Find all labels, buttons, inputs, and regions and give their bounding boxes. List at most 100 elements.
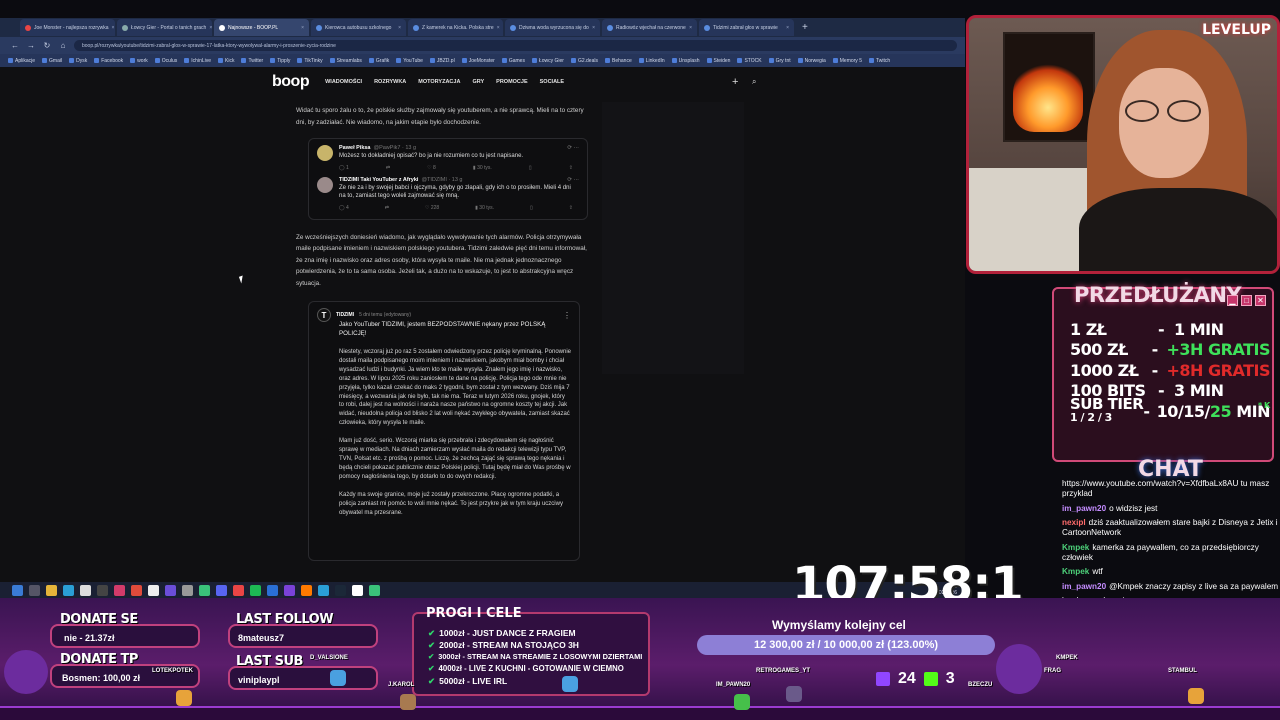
retweet-icon[interactable]: ⇄ [386, 165, 390, 171]
app-icon[interactable] [182, 584, 193, 596]
close-tab-icon[interactable]: × [592, 25, 595, 31]
search-icon[interactable]: ⌕ [752, 77, 756, 87]
bookmark-icon[interactable]: ▯ [530, 205, 533, 211]
close-tab-icon[interactable]: × [111, 25, 114, 31]
url-field[interactable]: boop.pl/rozrywka/youtube/tidzimi-zabral-… [74, 40, 957, 51]
close-tab-icon[interactable]: × [398, 25, 401, 31]
home-icon[interactable]: ⌂ [58, 41, 68, 50]
site-logo[interactable]: boop [272, 73, 310, 91]
bookmark-item[interactable]: Dysk [69, 58, 87, 64]
browser-tab[interactable]: Tidzimi zabrał głos w sprawie × [699, 19, 794, 36]
browser-tab-active[interactable]: Najnowsze - BOOP.PL × [214, 19, 309, 36]
bookmark-item[interactable]: Streamlabs [329, 58, 362, 64]
forward-icon[interactable]: → [26, 41, 36, 50]
bookmark-item[interactable]: Memory 5 [832, 58, 862, 64]
bookmark-item[interactable]: Behance [604, 58, 632, 64]
app-icon[interactable] [131, 584, 142, 596]
kebab-menu-icon[interactable]: ⋮ [563, 311, 571, 320]
bookmark-icon[interactable]: ▯ [529, 165, 532, 171]
views-icon[interactable]: ▮ 30 tys. [475, 205, 494, 211]
app-icon[interactable] [63, 584, 74, 596]
bookmark-item[interactable]: JoeMonster [461, 58, 495, 64]
folder-icon[interactable] [46, 584, 57, 596]
nav-link[interactable]: WIADOMOŚCI [325, 79, 362, 85]
spotify-icon[interactable] [250, 584, 261, 596]
like-icon[interactable]: ♡ 8 [427, 165, 436, 171]
app-icon[interactable] [301, 584, 312, 596]
avatar[interactable] [317, 145, 333, 161]
views-icon[interactable]: ▮ 30 tys. [473, 165, 492, 171]
bookmark-item[interactable]: Kick [218, 58, 234, 64]
nav-link[interactable]: SOCIALE [540, 79, 564, 85]
bookmark-item[interactable]: YouTube [396, 58, 423, 64]
windows-start-icon[interactable] [12, 584, 23, 596]
more-icon[interactable]: ⟳ ··· [567, 145, 579, 151]
app-icon[interactable] [318, 584, 329, 596]
avatar[interactable] [317, 176, 333, 193]
bookmark-item[interactable]: Tipply [270, 58, 290, 64]
post-author[interactable]: TIDZIMI [336, 312, 354, 318]
bookmark-item[interactable]: G2.deals [570, 58, 598, 64]
close-tab-icon[interactable]: × [209, 25, 212, 31]
bookmark-item[interactable]: Unsplash [671, 58, 700, 64]
bookmark-item[interactable]: Grafik [368, 58, 389, 64]
reply-icon[interactable]: ◯ 4 [339, 205, 349, 211]
app-icon[interactable] [114, 584, 125, 596]
app-icon[interactable] [148, 584, 159, 596]
bookmark-item[interactable]: Aplikacje [8, 58, 35, 64]
browser-tab[interactable]: Radiowóz wjechał na czerwone × [602, 19, 697, 36]
browser-tab[interactable]: Z kamerek na Kicka. Polska stre × [408, 19, 503, 36]
browser-tab[interactable]: Łowcy Gier - Portal o tanich grach × [117, 19, 212, 36]
retweet-icon[interactable]: ⇄ [385, 205, 389, 211]
bookmark-item[interactable]: work [130, 58, 148, 64]
tweet-author[interactable]: Paweł Piksa [339, 145, 371, 151]
bookmark-item[interactable]: Twitch [868, 58, 890, 64]
more-icon[interactable]: ⟳ ··· [567, 177, 579, 183]
bookmark-item[interactable]: Norwegia [797, 58, 826, 64]
share-icon[interactable]: ⇪ [569, 165, 573, 171]
bookmark-item[interactable]: Łowcy Gier [531, 58, 564, 64]
nav-link[interactable]: MOTORYZACJA [418, 79, 460, 85]
bookmark-item[interactable]: Steiden [706, 58, 730, 64]
reload-icon[interactable]: ↻ [42, 41, 52, 50]
bookmark-item[interactable]: Gry tnt [768, 58, 791, 64]
share-icon[interactable]: ⇪ [569, 205, 573, 211]
bookmark-item[interactable]: Facebook [94, 58, 123, 64]
app-icon[interactable] [165, 584, 176, 596]
bookmark-item[interactable]: Oculus [154, 58, 177, 64]
app-icon[interactable] [80, 584, 91, 596]
close-tab-icon[interactable]: × [786, 25, 789, 31]
plus-icon[interactable]: + [732, 76, 738, 88]
reply-icon[interactable]: ◯ 1 [339, 165, 349, 171]
search-icon[interactable] [29, 584, 40, 596]
close-tab-icon[interactable]: × [497, 25, 500, 31]
bookmark-item[interactable]: Gmail [42, 58, 62, 64]
nav-link[interactable]: PROMOCJE [496, 79, 527, 85]
app-icon[interactable] [97, 584, 108, 596]
app-icon[interactable] [284, 584, 295, 596]
browser-tab[interactable]: Joe Monster - najlepsza rozrywka × [20, 19, 115, 36]
close-tab-icon[interactable]: × [689, 25, 692, 31]
app-icon[interactable] [199, 584, 210, 596]
back-icon[interactable]: ← [10, 41, 20, 50]
new-tab-button[interactable]: + [796, 22, 808, 33]
bookmark-item[interactable]: LinkedIn [638, 58, 665, 64]
nav-link[interactable]: GRY [472, 79, 484, 85]
bookmark-item[interactable]: JBZD.pl [429, 58, 455, 64]
avatar[interactable]: T [317, 308, 331, 322]
bookmark-item[interactable]: Games [501, 58, 525, 64]
like-icon[interactable]: ♡ 228 [425, 205, 439, 211]
close-tab-icon[interactable]: × [301, 25, 304, 31]
bookmark-item[interactable]: IchinLive [184, 58, 211, 64]
bookmark-item[interactable]: STOCK [737, 58, 762, 64]
app-icon[interactable] [352, 584, 363, 596]
browser-tab[interactable]: Kierowca autobusu szkolnego × [311, 19, 406, 36]
chrome-icon[interactable] [233, 584, 244, 596]
bookmark-item[interactable]: TikTinky [297, 58, 323, 64]
browser-tab[interactable]: Dziwna woda wyrzucona się do × [505, 19, 600, 36]
nav-link[interactable]: ROZRYWKA [374, 79, 406, 85]
app-icon[interactable] [369, 584, 380, 596]
bookmark-item[interactable]: Twitter [241, 58, 263, 64]
steam-icon[interactable] [335, 584, 346, 596]
discord-icon[interactable] [216, 584, 227, 596]
